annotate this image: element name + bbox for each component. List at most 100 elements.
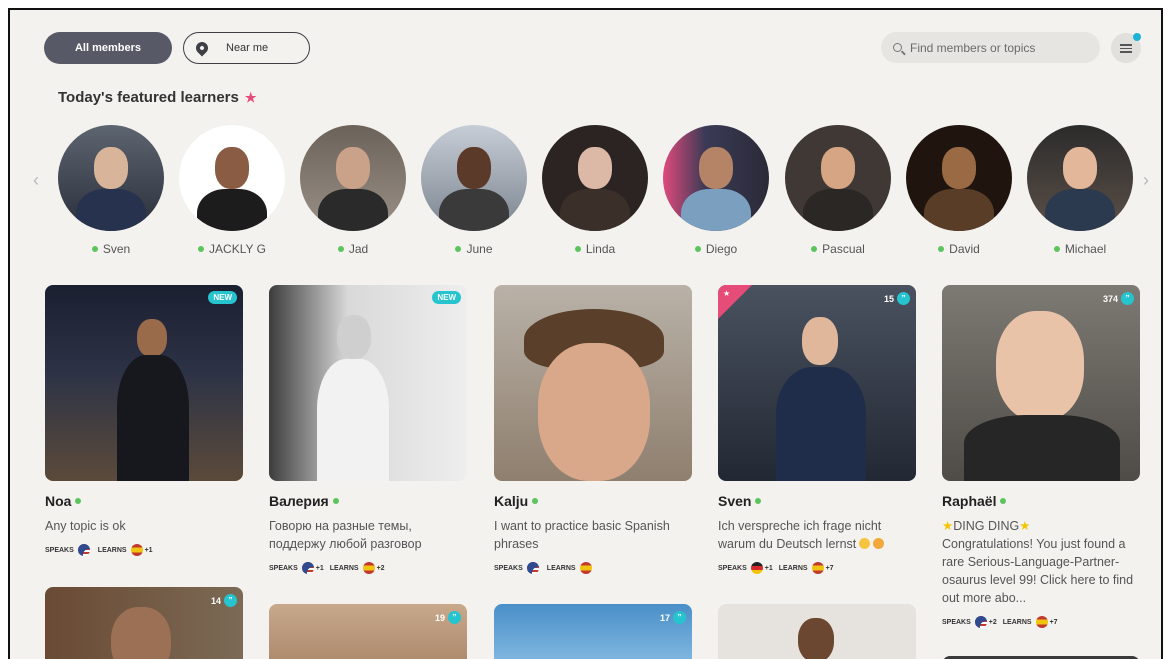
featured-name[interactable]: David — [906, 242, 1012, 256]
featured-name[interactable]: Pascual — [785, 242, 891, 256]
learns-label: LEARNS — [1002, 618, 1032, 626]
featured-avatar[interactable] — [785, 125, 891, 231]
featured-avatar[interactable] — [421, 125, 527, 231]
featured-name[interactable]: Sven — [58, 242, 164, 256]
member-photo[interactable]: NEW — [269, 285, 467, 481]
filter-icon — [1120, 43, 1132, 53]
laughing-emoji-icon — [873, 538, 885, 549]
online-indicator — [1000, 498, 1007, 504]
member-photo[interactable]: ★ 15” — [718, 285, 916, 481]
featured-avatar[interactable] — [300, 125, 406, 231]
featured-avatar[interactable] — [179, 125, 285, 231]
notification-dot — [1133, 33, 1141, 41]
online-indicator — [938, 246, 945, 252]
near-me-button[interactable]: Near me — [183, 32, 310, 64]
member-name[interactable]: Валерия — [269, 493, 339, 509]
member-description-text: Ich verspreche ich frage nicht warum du … — [718, 519, 882, 551]
germany-flag-icon — [750, 562, 763, 574]
learns-extra: +1 — [144, 546, 153, 554]
member-name[interactable]: Kalju — [494, 493, 539, 509]
review-count: 374” — [1103, 292, 1134, 305]
featured-avatar[interactable] — [906, 125, 1012, 231]
member-name[interactable]: Sven — [718, 493, 762, 509]
learns-label: LEARNS — [546, 564, 576, 572]
filter-button[interactable] — [1111, 33, 1141, 63]
online-indicator — [332, 498, 339, 504]
learns-extra: +2 — [376, 564, 385, 572]
review-count-value: 17 — [659, 612, 670, 623]
member-name[interactable]: Noa — [45, 493, 82, 509]
member-name-text: Raphaël — [942, 493, 997, 509]
featured-name-text: Michael — [1064, 242, 1107, 256]
review-count-value: 14 — [210, 595, 221, 606]
featured-name[interactable]: JACKLY G — [179, 242, 285, 256]
learns-label: LEARNS — [97, 546, 127, 554]
learns-extra: +7 — [825, 564, 834, 572]
member-name[interactable]: Raphaël — [942, 493, 1007, 509]
new-badge: NEW — [208, 291, 237, 304]
review-count-value: 374 — [1102, 293, 1118, 304]
spain-flag-icon — [362, 562, 375, 574]
spain-flag-icon — [130, 544, 143, 556]
review-count: 15” — [884, 292, 910, 305]
featured-name-text: Diego — [705, 242, 738, 256]
member-photo[interactable] — [718, 604, 916, 659]
featured-avatar[interactable] — [58, 125, 164, 231]
online-indicator — [198, 246, 205, 252]
featured-name[interactable]: Linda — [542, 242, 648, 256]
learns-label: LEARNS — [778, 564, 808, 572]
speaks-label: SPEAKS — [718, 564, 747, 572]
us-flag-icon — [526, 562, 539, 574]
language-info: SPEAKS LEARNS — [494, 562, 594, 574]
all-members-button[interactable]: All members — [44, 32, 172, 64]
featured-avatar[interactable] — [663, 125, 769, 231]
member-photo[interactable]: 17” — [494, 604, 692, 659]
star-icon: ★ — [244, 90, 257, 105]
member-photo[interactable]: 374” — [942, 285, 1140, 481]
member-name-text: Sven — [718, 493, 752, 509]
speaks-extra: +2 — [988, 618, 997, 626]
chevron-right-icon[interactable]: › — [1143, 170, 1149, 191]
spain-flag-icon — [1035, 616, 1048, 628]
member-name-text: Валерия — [269, 493, 329, 509]
member-name-text: Kalju — [494, 493, 529, 509]
search-input[interactable]: Find members or topics — [881, 32, 1100, 63]
star-icon: ★ — [723, 289, 731, 298]
online-indicator — [91, 246, 98, 252]
language-info: SPEAKS +1 LEARNS +2 — [269, 562, 391, 574]
language-info: SPEAKS +1 LEARNS +7 — [718, 562, 840, 574]
member-photo[interactable]: 19” — [269, 604, 467, 659]
online-indicator — [694, 246, 701, 252]
spain-flag-icon — [811, 562, 824, 574]
speaks-extra: +1 — [764, 564, 773, 572]
featured-name[interactable]: June — [421, 242, 527, 256]
chevron-left-icon[interactable]: ‹ — [33, 170, 39, 191]
star-emoji-icon: ★ — [1019, 519, 1031, 533]
all-members-label: All members — [74, 42, 142, 54]
speaks-label: SPEAKS — [942, 618, 971, 626]
member-name-text: Noa — [45, 493, 72, 509]
member-description: I want to practice basic Spanish phrases — [494, 519, 670, 551]
member-photo[interactable] — [494, 285, 692, 481]
quote-icon: ” — [673, 611, 686, 624]
quote-icon: ” — [448, 611, 461, 624]
featured-avatar[interactable] — [542, 125, 648, 231]
language-info: SPEAKS LEARNS +1 — [45, 544, 159, 556]
featured-avatar[interactable] — [1027, 125, 1133, 231]
featured-name-text: June — [466, 242, 493, 256]
member-photo[interactable]: 14” — [45, 587, 243, 659]
featured-name-text: Sven — [102, 242, 131, 256]
member-photo[interactable]: NEW — [45, 285, 243, 481]
member-description: Any topic is ok — [45, 519, 126, 533]
featured-name[interactable]: Diego — [663, 242, 769, 256]
page-frame: All members Near me Find members or topi… — [8, 8, 1163, 659]
star-emoji-icon: ★ — [942, 519, 954, 533]
member-description: ★DING DING★ Congratulations! You just fo… — [942, 517, 1140, 607]
speaks-label: SPEAKS — [45, 546, 74, 554]
featured-name[interactable]: Michael — [1027, 242, 1133, 256]
featured-name[interactable]: Jad — [300, 242, 406, 256]
quote-icon: ” — [224, 594, 237, 607]
us-flag-icon — [974, 616, 987, 628]
online-indicator — [1053, 246, 1060, 252]
online-indicator — [755, 498, 762, 504]
